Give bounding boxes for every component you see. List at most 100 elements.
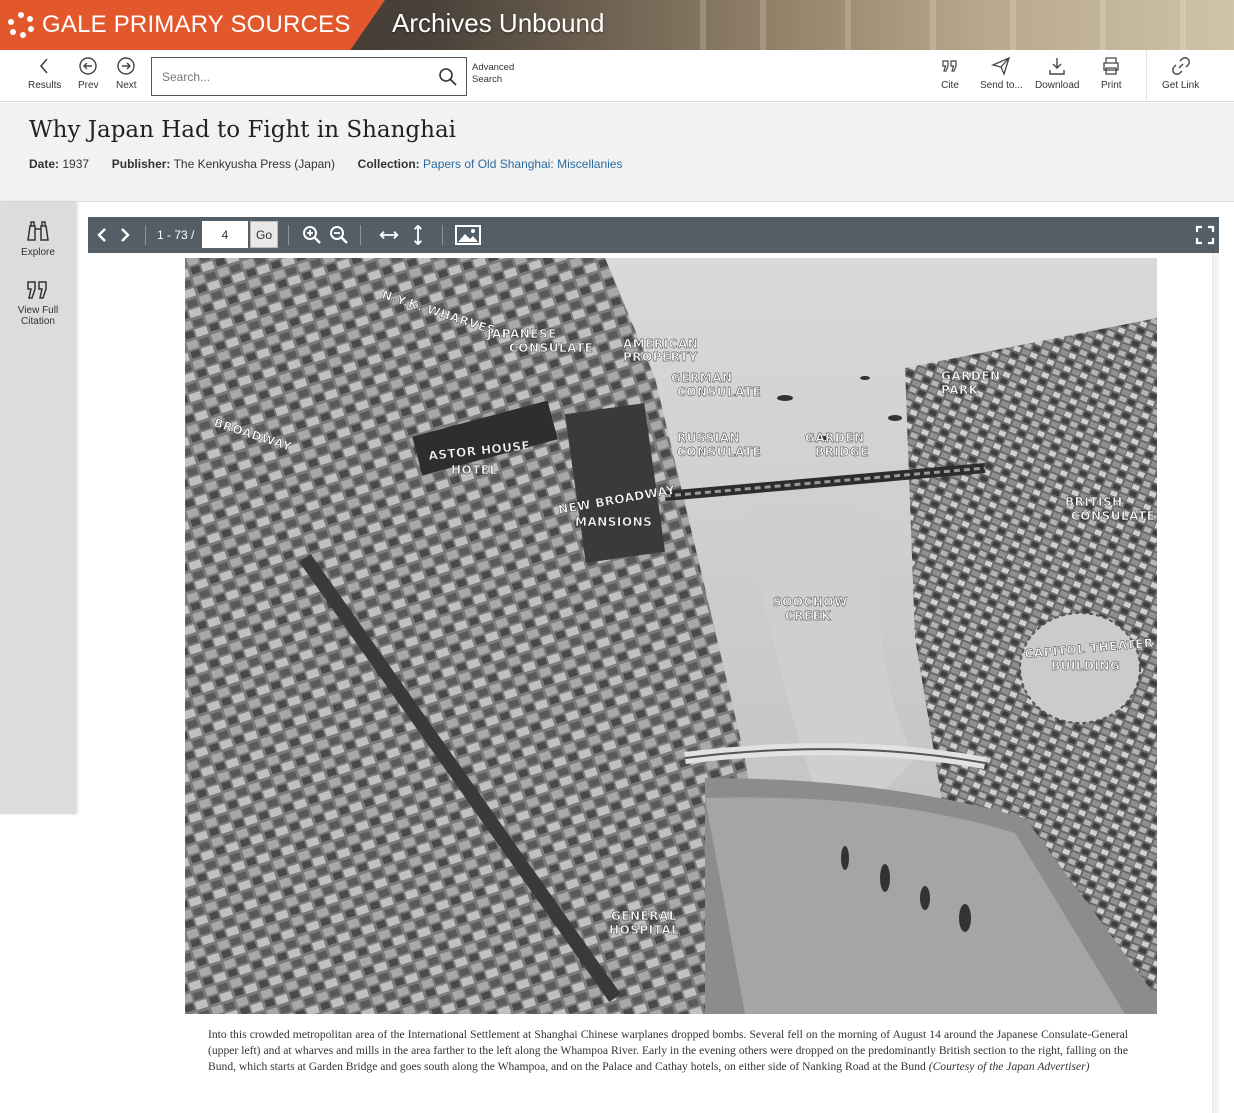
search-box: [151, 57, 467, 96]
label-american-property-1: AMERICAN: [623, 337, 698, 351]
label-american-property-2: PROPERTY: [623, 350, 698, 364]
explore-button[interactable]: Explore: [0, 220, 76, 258]
cite-label: Cite: [941, 80, 959, 91]
viewer-scrollbar[interactable]: [1212, 253, 1219, 1113]
brand-title: GALE PRIMARY SOURCES: [42, 11, 351, 38]
viewer-toolbar: 1 - 73 / Go: [88, 217, 1219, 253]
label-soochow-creek-2: CREEK: [785, 609, 831, 623]
download-label: Download: [1035, 80, 1080, 91]
label-general-hospital-1: GENERAL: [611, 909, 677, 923]
next-button[interactable]: Next: [116, 56, 137, 91]
left-rail: Explore View Full Citation: [0, 202, 76, 814]
arrow-right-circle-icon: [117, 57, 135, 75]
label-japanese-consulate-2: CONSULATE: [509, 341, 593, 355]
label-garden-bridge-1: GARDEN: [805, 431, 865, 445]
document-header: Why Japan Had to Fight in Shanghai Date:…: [0, 103, 1234, 202]
fit-height-button[interactable]: [406, 223, 430, 247]
date-value: 1937: [62, 157, 90, 171]
advanced-search-line1: Advanced: [472, 62, 515, 73]
page-range: 1 - 73 /: [157, 228, 195, 242]
collection-link[interactable]: Papers of Old Shanghai: Miscellanies: [423, 157, 622, 171]
print-button[interactable]: Print: [1101, 56, 1122, 91]
label-german-consulate-1: GERMAN: [671, 371, 733, 385]
advanced-search-link[interactable]: Advanced Search: [472, 62, 532, 86]
explore-label: Explore: [21, 247, 55, 258]
fullscreen-icon: [1195, 225, 1215, 245]
zoom-in-icon: [303, 226, 321, 244]
label-general-hospital-2: HOSPITAL: [609, 923, 679, 937]
download-button[interactable]: Download: [1035, 56, 1079, 91]
binoculars-icon: [27, 221, 49, 241]
citation-label-line1: View Full: [17, 305, 59, 316]
document-title: Why Japan Had to Fight in Shanghai: [29, 117, 457, 143]
results-button[interactable]: Results: [28, 56, 61, 91]
image-icon: [455, 225, 481, 245]
label-garden-bridge-2: BRIDGE: [815, 445, 869, 459]
product-title[interactable]: Archives Unbound: [392, 8, 604, 39]
download-icon: [1049, 58, 1065, 75]
label-new-broadway-2: MANSIONS: [575, 515, 652, 529]
date-label: Date:: [29, 157, 60, 171]
toolbar-divider: [1146, 50, 1147, 102]
label-garden-park-1: GARDEN: [941, 369, 1001, 383]
get-link-label: Get Link: [1162, 80, 1200, 91]
page-number-input[interactable]: [202, 221, 248, 248]
paper-plane-icon: [991, 56, 1011, 76]
publisher-value: The Kenkyusha Press (Japan): [173, 157, 335, 171]
label-british-consulate-2: CONSULATE: [1071, 509, 1155, 523]
citation-label-line2: Citation: [21, 316, 55, 327]
aerial-photo: N.Y.K. WHARVES JAPANESE CONSULATE AMERIC…: [185, 258, 1157, 1014]
label-astor-house-2: HOTEL: [451, 463, 498, 477]
link-icon: [1171, 57, 1190, 75]
gale-logo-icon: [8, 12, 34, 38]
cite-button[interactable]: Cite: [940, 56, 960, 91]
previous-page-button[interactable]: [90, 223, 114, 247]
printer-icon: [1103, 57, 1119, 75]
arrows-vertical-icon: [414, 225, 422, 245]
label-soochow-creek-1: SOOCHOW: [773, 595, 848, 609]
caption-credit: (Courtesy of the Japan Advertiser): [928, 1060, 1090, 1073]
header-banner: GALE PRIMARY SOURCES Archives Unbound: [0, 0, 1234, 50]
label-british-consulate-1: BRITISH: [1065, 495, 1123, 509]
next-label: Next: [116, 80, 137, 91]
document-page-image[interactable]: N.Y.K. WHARVES JAPANESE CONSULATE AMERIC…: [185, 258, 1157, 1014]
fullscreen-button[interactable]: [1193, 223, 1217, 247]
go-button[interactable]: Go: [250, 221, 278, 248]
get-link-button[interactable]: Get Link: [1162, 56, 1199, 91]
label-japanese-consulate-1: JAPANESE: [486, 327, 557, 341]
image-view-button[interactable]: [454, 223, 482, 247]
label-capitol-theater-2: BUILDING: [1051, 659, 1120, 673]
prev-button[interactable]: Prev: [78, 56, 99, 91]
label-russian-consulate-1: RUSSIAN: [677, 431, 740, 445]
quote-icon: [942, 60, 957, 72]
chevron-left-icon: [39, 58, 48, 74]
send-to-button[interactable]: Send to...: [980, 56, 1023, 91]
zoom-out-icon: [330, 226, 348, 244]
zoom-in-button[interactable]: [300, 223, 324, 247]
label-garden-park-2: PARK: [941, 383, 979, 397]
chevron-right-icon: [121, 228, 130, 242]
publisher-label: Publisher:: [111, 157, 171, 171]
brand-logo-area[interactable]: GALE PRIMARY SOURCES: [0, 0, 385, 50]
fit-width-button[interactable]: [377, 223, 401, 247]
chevron-left-icon: [97, 228, 106, 242]
advanced-search-line2: Search: [472, 74, 503, 85]
image-caption: Into this crowded metropolitan area of t…: [208, 1027, 1128, 1075]
search-input[interactable]: [162, 69, 438, 84]
label-russian-consulate-2: CONSULATE: [677, 445, 761, 459]
arrow-left-circle-icon: [79, 57, 97, 75]
print-label: Print: [1101, 80, 1122, 91]
send-to-label: Send to...: [980, 80, 1023, 91]
label-german-consulate-2: CONSULATE: [677, 385, 761, 399]
document-metadata: Date: 1937 Publisher: The Kenkyusha Pres…: [29, 157, 622, 171]
arrows-horizontal-icon: [379, 231, 399, 239]
results-label: Results: [28, 80, 62, 91]
next-page-button[interactable]: [113, 223, 137, 247]
zoom-out-button[interactable]: [327, 223, 351, 247]
toolbar: Results Prev Next Advanced Search Cite S…: [0, 50, 1234, 102]
prev-label: Prev: [78, 80, 99, 91]
search-icon[interactable]: [438, 67, 458, 87]
collection-label: Collection:: [357, 157, 420, 171]
quote-icon: [27, 281, 47, 299]
view-full-citation-button[interactable]: View Full Citation: [0, 278, 76, 327]
